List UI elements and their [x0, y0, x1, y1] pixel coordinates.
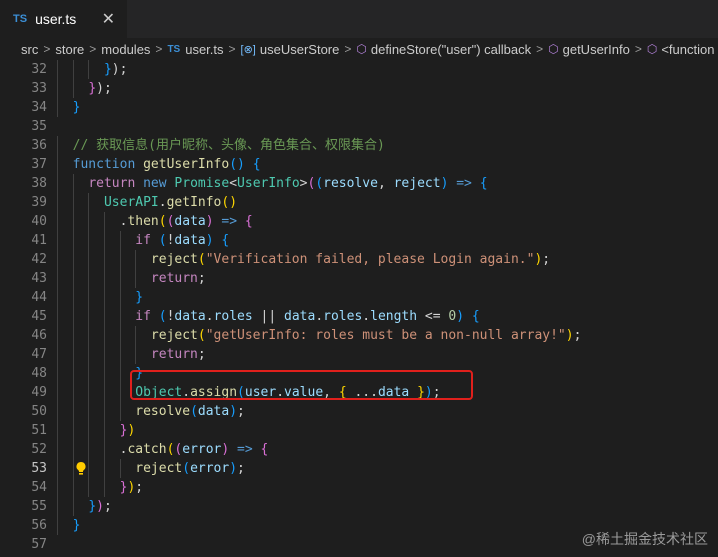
- code-line[interactable]: 38 return new Promise<UserInfo>((resolve…: [0, 174, 718, 193]
- line-number: 56: [31, 518, 47, 533]
- method-cube-icon: ⬡: [356, 42, 367, 56]
- tab-bar: TS user.ts ✕: [0, 0, 718, 38]
- line-number: 44: [31, 290, 47, 305]
- chevron-right-icon: >: [536, 42, 544, 56]
- tab-user-ts[interactable]: TS user.ts ✕: [0, 0, 127, 38]
- line-number: 48: [31, 366, 47, 381]
- code-line[interactable]: 32 });: [0, 60, 718, 79]
- line-number: 52: [31, 442, 47, 457]
- breadcrumb-item-use-user-store[interactable]: useUserStore: [260, 42, 339, 57]
- line-number: 33: [31, 81, 47, 96]
- code-line[interactable]: 50 resolve(data);: [0, 402, 718, 421]
- code-text: function getUserInfo() {: [72, 157, 261, 172]
- line-number: 38: [31, 176, 47, 191]
- code-line[interactable]: 45 if (!data.roles || data.roles.length …: [0, 307, 718, 326]
- line-number: 47: [31, 347, 47, 362]
- line-number: 41: [31, 233, 47, 248]
- line-number: 40: [31, 214, 47, 229]
- typescript-file-icon: TS: [167, 43, 181, 55]
- code-line[interactable]: 37 function getUserInfo() {: [0, 155, 718, 174]
- line-number: 43: [31, 271, 47, 286]
- line-number: 51: [31, 423, 47, 438]
- chevron-right-icon: >: [228, 42, 236, 56]
- method-cube-icon: ⬡: [548, 42, 559, 56]
- code-text: .then((data) => {: [57, 214, 253, 229]
- chevron-right-icon: >: [89, 42, 97, 56]
- line-number: 57: [31, 537, 47, 552]
- line-number: 46: [31, 328, 47, 343]
- code-line[interactable]: 34 }: [0, 98, 718, 117]
- close-icon[interactable]: ✕: [102, 9, 115, 29]
- code-text: });: [88, 81, 112, 96]
- method-cube-icon: ⬡: [646, 42, 658, 56]
- code-line[interactable]: 55 });: [0, 497, 718, 516]
- watermark: @稀土掘金技术社区: [581, 531, 708, 547]
- line-number: 35: [31, 119, 47, 134]
- code-text: if (!data) {: [135, 233, 230, 248]
- code-line[interactable]: 36 // 获取信息(用户昵称、头像、角色集合、权限集合): [0, 136, 718, 155]
- breadcrumb-item-define-store[interactable]: defineStore("user") callback: [371, 42, 531, 57]
- code-text: }): [119, 423, 136, 438]
- line-number: 49: [31, 385, 47, 400]
- breadcrumb-item-store[interactable]: store: [55, 42, 84, 57]
- code-line[interactable]: 47 return;: [0, 345, 718, 364]
- line-number: 42: [31, 252, 47, 267]
- code-line[interactable]: 52 .catch((error) => {: [0, 440, 718, 459]
- chevron-right-icon: >: [43, 42, 51, 56]
- code-line[interactable]: 51 }): [0, 421, 718, 440]
- code-text: return;: [150, 347, 206, 362]
- code-text: return new Promise<UserInfo>((resolve, r…: [88, 176, 488, 191]
- code-text: reject("Verification failed, please Logi…: [150, 252, 551, 267]
- code-text: UserAPI.getInfo(): [103, 195, 238, 210]
- code-text: return;: [150, 271, 206, 286]
- code-text: if (!data.roles || data.roles.length <= …: [135, 309, 480, 324]
- breadcrumb: src > store > modules > TS user.ts > [⊗]…: [0, 38, 718, 60]
- code-line[interactable]: 39 UserAPI.getInfo(): [0, 193, 718, 212]
- code-text: reject("getUserInfo: roles must be a non…: [150, 328, 582, 343]
- line-number: 32: [31, 62, 47, 77]
- line-number: 53: [31, 461, 47, 476]
- chevron-right-icon: >: [155, 42, 163, 56]
- code-line[interactable]: 35: [0, 117, 718, 136]
- code-line[interactable]: 53 reject(error);: [0, 459, 718, 478]
- code-text: }: [72, 100, 81, 115]
- code-line[interactable]: 43 return;: [0, 269, 718, 288]
- line-number: 37: [31, 157, 47, 172]
- highlight-annotation-box: [130, 370, 473, 400]
- line-number: 39: [31, 195, 47, 210]
- typescript-file-icon: TS: [13, 13, 28, 25]
- code-line[interactable]: 41 if (!data) {: [0, 231, 718, 250]
- code-text: });: [119, 480, 144, 495]
- code-text: });: [103, 62, 128, 77]
- code-line[interactable]: 42 reject("Verification failed, please L…: [0, 250, 718, 269]
- tab-label: user.ts: [35, 11, 77, 27]
- breadcrumb-item-file[interactable]: user.ts: [185, 42, 223, 57]
- code-line[interactable]: 54 });: [0, 478, 718, 497]
- code-editor[interactable]: 32 }); 33 }); 34 } 35 36 // 获取信息(用户昵称、头像、角色集…: [0, 60, 718, 557]
- line-number: 34: [31, 100, 47, 115]
- line-number: 36: [31, 138, 47, 153]
- code-line[interactable]: 44 }: [0, 288, 718, 307]
- code-line[interactable]: 46 reject("getUserInfo: roles must be a …: [0, 326, 718, 345]
- breadcrumb-item-src[interactable]: src: [21, 42, 38, 57]
- variable-icon: [⊗]: [240, 43, 256, 56]
- breadcrumb-item-get-user-info[interactable]: getUserInfo: [563, 42, 630, 57]
- code-text: }: [72, 518, 81, 533]
- line-number: 54: [31, 480, 47, 495]
- code-text: });: [88, 499, 112, 514]
- line-number: 45: [31, 309, 47, 324]
- breadcrumb-item-modules[interactable]: modules: [101, 42, 150, 57]
- line-number: 55: [31, 499, 47, 514]
- lightbulb-icon[interactable]: [75, 461, 87, 476]
- code-text: }: [135, 290, 144, 305]
- chevron-right-icon: >: [634, 42, 642, 56]
- line-number: 50: [31, 404, 47, 419]
- breadcrumb-item-function[interactable]: <function: [661, 42, 714, 57]
- chevron-right-icon: >: [344, 42, 352, 56]
- code-text: // 获取信息(用户昵称、头像、角色集合、权限集合): [72, 138, 385, 153]
- code-line[interactable]: 40 .then((data) => {: [0, 212, 718, 231]
- code-line[interactable]: 33 });: [0, 79, 718, 98]
- code-text: resolve(data);: [135, 404, 245, 419]
- code-text: .catch((error) => {: [57, 442, 269, 457]
